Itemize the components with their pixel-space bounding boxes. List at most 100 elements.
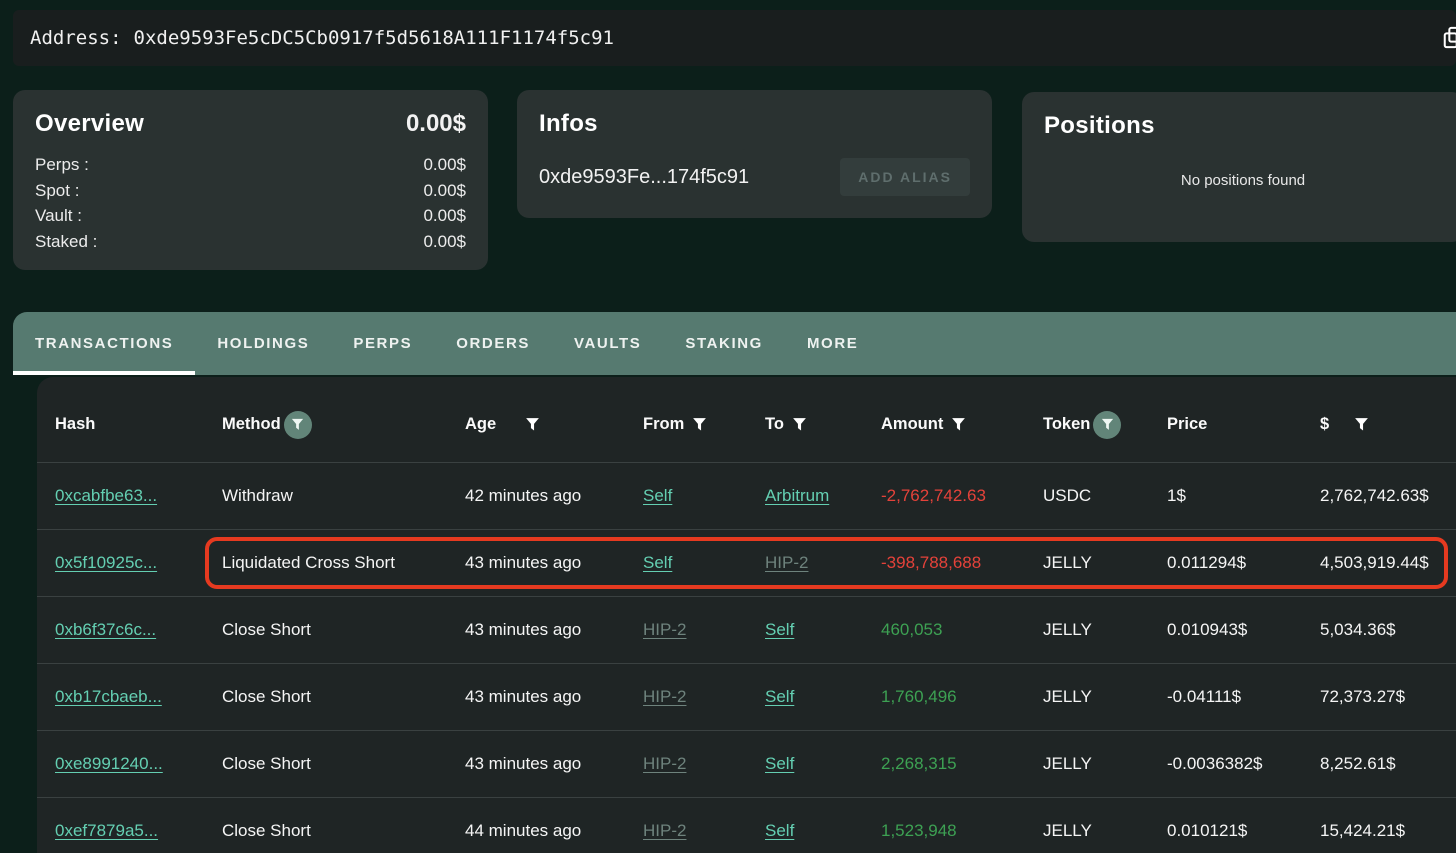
address-value: 0xde9593Fe5cDC5Cb0917f5d5618A111F1174f5c…	[134, 27, 614, 49]
transactions-panel: Hash Method Age	[37, 377, 1456, 853]
tx-hash-link[interactable]: 0xe8991240...	[55, 754, 163, 774]
tab[interactable]: MORE	[785, 312, 880, 375]
tx-price: -0.0036382$	[1167, 754, 1262, 774]
tx-usd-value: 8,252.61$	[1320, 754, 1396, 774]
filter-funnel-active-icon[interactable]	[1093, 411, 1121, 439]
tab-label: MORE	[807, 335, 858, 352]
tab[interactable]: STAKING	[663, 312, 785, 375]
overview-row: Perps : 0.00$	[35, 152, 466, 178]
tab-label: PERPS	[353, 335, 412, 352]
table-body: 0xcabfbe63... Withdraw 42 minutes ago Se…	[37, 462, 1456, 853]
table-header-row: Hash Method Age	[37, 377, 1456, 462]
tx-from-link[interactable]: HIP-2	[643, 754, 686, 774]
tx-age: 43 minutes ago	[465, 553, 581, 573]
transaction-row[interactable]: 0xe8991240... Close Short 43 minutes ago…	[37, 730, 1456, 797]
tx-to-link[interactable]: HIP-2	[765, 553, 808, 573]
column-header-label: Price	[1167, 415, 1207, 434]
transaction-row[interactable]: 0xb6f37c6c... Close Short 43 minutes ago…	[37, 596, 1456, 663]
tx-token: JELLY	[1043, 754, 1092, 774]
tx-to-link[interactable]: Self	[765, 687, 794, 707]
tab[interactable]: VAULTS	[552, 312, 663, 375]
filter-funnel-icon[interactable]	[691, 416, 708, 433]
column-header: Age	[465, 415, 643, 434]
column-header-label: From	[643, 415, 684, 434]
tab[interactable]: TRANSACTIONS	[13, 312, 195, 375]
infos-card: Infos 0xde9593Fe...174f5c91 ADD ALIAS	[517, 90, 992, 218]
tx-hash-link[interactable]: 0x5f10925c...	[55, 553, 157, 573]
tx-to-link[interactable]: Self	[765, 620, 794, 640]
overview-row: Vault : 0.00$	[35, 203, 466, 229]
tx-from-link[interactable]: HIP-2	[643, 687, 686, 707]
tx-price: -0.04111$	[1167, 687, 1241, 707]
column-header: To	[765, 415, 881, 434]
overview-row-label: Staked :	[35, 229, 97, 255]
explorer-page: { "address_bar": { "label": "Address:", …	[0, 0, 1456, 853]
tx-usd-value: 5,034.36$	[1320, 620, 1396, 640]
tab-label: ORDERS	[456, 335, 530, 352]
tx-hash-link[interactable]: 0xef7879a5...	[55, 821, 158, 841]
tx-amount: -398,788,688	[881, 553, 981, 573]
tx-to-link[interactable]: Self	[765, 821, 794, 841]
tx-usd-value: 4,503,919.44$	[1320, 553, 1429, 573]
tx-amount: 2,268,315	[881, 754, 957, 774]
tx-age: 43 minutes ago	[465, 687, 581, 707]
tx-amount: -2,762,742.63	[881, 486, 986, 506]
tx-age: 43 minutes ago	[465, 620, 581, 640]
transaction-row[interactable]: 0xcabfbe63... Withdraw 42 minutes ago Se…	[37, 462, 1456, 529]
overview-row-value: 0.00$	[423, 203, 466, 229]
column-header: Hash	[37, 415, 222, 434]
transaction-row[interactable]: 0xef7879a5... Close Short 44 minutes ago…	[37, 797, 1456, 853]
tx-from-link[interactable]: HIP-2	[643, 620, 686, 640]
transaction-row[interactable]: 0xb17cbaeb... Close Short 43 minutes ago…	[37, 663, 1456, 730]
column-header-label: Hash	[55, 415, 95, 434]
filter-funnel-icon[interactable]	[1353, 416, 1370, 433]
tx-hash-link[interactable]: 0xb6f37c6c...	[55, 620, 156, 640]
filter-funnel-icon[interactable]	[524, 416, 541, 433]
overview-row-value: 0.00$	[423, 229, 466, 255]
positions-title: Positions	[1044, 112, 1442, 140]
tx-amount: 1,760,496	[881, 687, 957, 707]
overview-row-value: 0.00$	[423, 178, 466, 204]
tx-hash-link[interactable]: 0xb17cbaeb...	[55, 687, 162, 707]
overview-breakdown: Perps : 0.00$ Spot : 0.00$ Vault : 0.00$…	[35, 152, 466, 254]
copy-icon[interactable]	[1442, 26, 1456, 50]
overview-total-value: 0.00$	[406, 110, 466, 138]
section-tabbar: TRANSACTIONS HOLDINGS PERPS ORDERS VAULT…	[13, 312, 1456, 375]
tx-token: JELLY	[1043, 620, 1092, 640]
column-header: $	[1320, 415, 1456, 434]
tx-method: Withdraw	[222, 486, 293, 506]
tx-hash-link[interactable]: 0xcabfbe63...	[55, 486, 157, 506]
infos-title: Infos	[539, 110, 970, 138]
filter-funnel-active-icon[interactable]	[284, 411, 312, 439]
tx-to-link[interactable]: Self	[765, 754, 794, 774]
column-header-label: $	[1320, 415, 1329, 434]
tx-from-link[interactable]: Self	[643, 486, 672, 506]
transaction-row[interactable]: 0x5f10925c... Liquidated Cross Short 43 …	[37, 529, 1456, 596]
tx-usd-value: 15,424.21$	[1320, 821, 1405, 841]
tx-price: 0.011294$	[1167, 553, 1246, 573]
column-header: Method	[222, 411, 465, 439]
tx-token: JELLY	[1043, 821, 1092, 841]
column-header-label: Token	[1043, 415, 1090, 434]
tx-to-link[interactable]: Arbitrum	[765, 486, 829, 506]
tx-age: 43 minutes ago	[465, 754, 581, 774]
tab[interactable]: PERPS	[331, 312, 434, 375]
positions-card: Positions No positions found	[1022, 92, 1456, 242]
overview-row-label: Vault :	[35, 203, 82, 229]
tx-amount: 460,053	[881, 620, 942, 640]
filter-funnel-icon[interactable]	[950, 416, 967, 433]
overview-row: Staked : 0.00$	[35, 229, 466, 255]
address-bar: Address: 0xde9593Fe5cDC5Cb0917f5d5618A11…	[13, 10, 1456, 66]
tx-method: Close Short	[222, 620, 311, 640]
overview-title: Overview	[35, 110, 144, 138]
tx-method: Close Short	[222, 754, 311, 774]
overview-card: Overview 0.00$ Perps : 0.00$ Spot : 0.00…	[13, 90, 488, 270]
tx-from-link[interactable]: Self	[643, 553, 672, 573]
tab-label: STAKING	[685, 335, 763, 352]
tab[interactable]: HOLDINGS	[195, 312, 331, 375]
tab-label: HOLDINGS	[217, 335, 309, 352]
tx-from-link[interactable]: HIP-2	[643, 821, 686, 841]
filter-funnel-icon[interactable]	[791, 416, 808, 433]
add-alias-button[interactable]: ADD ALIAS	[840, 158, 970, 196]
tab[interactable]: ORDERS	[434, 312, 552, 375]
